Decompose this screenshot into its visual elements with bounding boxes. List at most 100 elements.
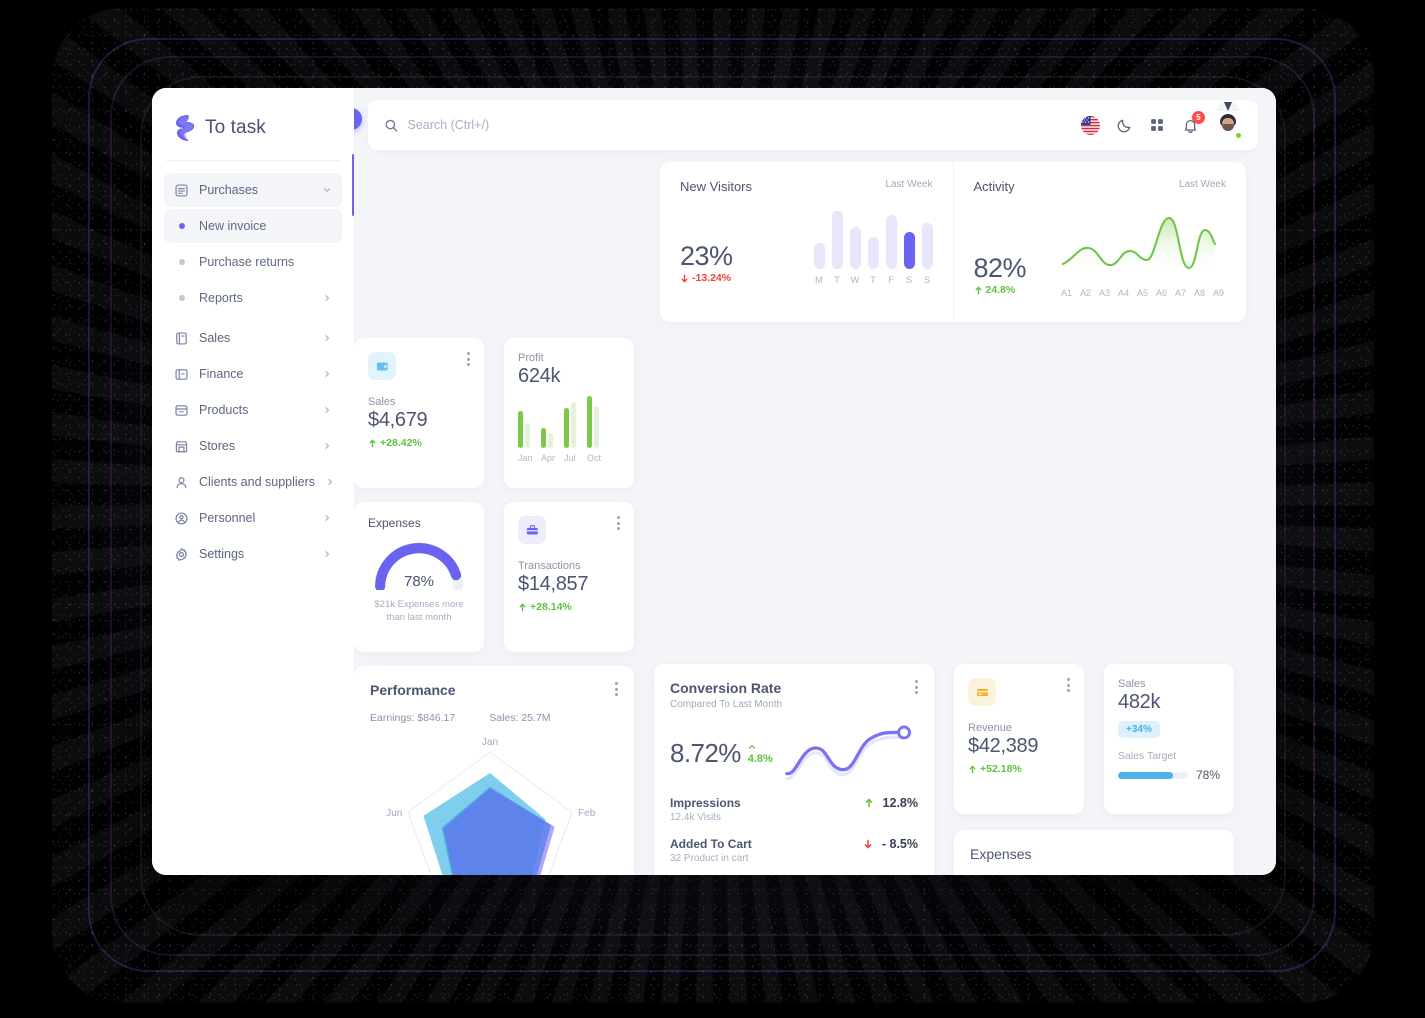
list-document-icon (174, 183, 189, 198)
sidebar-item-purchase-returns[interactable]: Purchase returns (164, 245, 342, 279)
sales-target-card: Sales 482k +34% Sales Target 78% (1104, 664, 1234, 814)
row-value-text: 12.8% (882, 796, 918, 810)
expenses-gauge-card: Expenses 78% $21k Expenses more than las… (354, 502, 484, 652)
sales-label: Sales (368, 396, 396, 408)
axis-tick: Jan (518, 453, 533, 463)
topbar: 5 (368, 100, 1258, 150)
arrow-up-icon (969, 765, 976, 773)
card-title: Expenses (970, 846, 1032, 862)
conversion-rate-card: Conversion Rate Compared To Last Month 8… (654, 664, 934, 875)
arrow-down-icon (864, 839, 872, 849)
bar-column (587, 396, 601, 448)
transactions-value: $14,857 (518, 573, 589, 595)
bullet-dot-icon (174, 219, 189, 234)
bullet-dot-icon (174, 255, 189, 270)
arrow-up-icon (748, 745, 755, 749)
card-title: Activity (973, 179, 1015, 194)
sidebar-item-label: Clients and suppliers (199, 475, 316, 489)
sidebar-item-finance[interactable]: Finance (164, 357, 342, 391)
profit-axis: Jan Apr Jul Oct (518, 453, 620, 463)
row-value: 12.8% (864, 796, 918, 810)
chevron-right-icon (325, 294, 330, 302)
kebab-menu-icon[interactable] (467, 352, 470, 366)
bullet-dot-icon (174, 291, 189, 306)
chevron-right-icon (325, 370, 330, 378)
profit-bar-chart (518, 396, 620, 448)
axis-tick: Apr (541, 453, 556, 463)
sidebar-nav: Purchases New invoice Purchase returns R… (152, 161, 354, 571)
kebab-menu-icon[interactable] (617, 516, 620, 530)
presence-indicator (1234, 131, 1243, 140)
activity-area-chart (1061, 216, 1217, 276)
visitors-delta: -13.24% (680, 272, 733, 284)
card-title: New Visitors (680, 179, 753, 194)
revenue-delta: +52.18% (968, 763, 1070, 775)
sidebar-item-clients-and-suppliers[interactable]: Clients and suppliers (164, 465, 342, 499)
axis-tick: A8 (1193, 288, 1205, 298)
sidebar-item-sales[interactable]: Sales (164, 321, 342, 355)
sidebar-item-label: Settings (199, 547, 245, 561)
sidebar-item-personnel[interactable]: Personnel (164, 501, 342, 535)
sales-482-value: 482k (1118, 691, 1161, 713)
transactions-label: Transactions (518, 560, 581, 572)
axis-tick: A7 (1174, 288, 1186, 298)
notification-badge: 5 (1192, 111, 1205, 124)
briefcase-icon (518, 516, 546, 544)
sidebar-item-products[interactable]: Products (164, 393, 342, 427)
sidebar-item-purchases[interactable]: Purchases (164, 173, 342, 207)
kebab-menu-icon[interactable] (1067, 678, 1070, 692)
expenses-gauge-chart: 78% (370, 540, 468, 592)
sidebar-item-label: Finance (199, 367, 244, 381)
sidebar-item-label: Personnel (199, 511, 256, 525)
bar-column (518, 396, 532, 448)
bar-label: M (815, 275, 823, 286)
visitors-activity-card: New Visitors Last Week 23% -13.24% M T W… (660, 162, 1246, 322)
sidebar-item-new-invoice[interactable]: New invoice (164, 209, 342, 243)
axis-tick: A9 (1212, 288, 1224, 298)
axis-tick: A3 (1098, 288, 1110, 298)
transactions-card: Transactions $14,857 +28.14% (504, 502, 634, 652)
gear-icon (174, 547, 189, 562)
kebab-menu-icon[interactable] (615, 682, 618, 696)
sidebar-item-label: New invoice (199, 219, 267, 233)
sidebar-item-reports[interactable]: Reports (164, 281, 342, 315)
chevron-right-icon (325, 514, 330, 522)
progress-track (1118, 771, 1188, 779)
card-icon (174, 367, 189, 382)
svg-text:Jun: Jun (386, 808, 402, 819)
sidebar-item-label: Sales (199, 331, 231, 345)
chevron-left-icon (354, 114, 356, 124)
chevron-right-icon (325, 550, 330, 558)
growth-chip: +34% (1118, 721, 1160, 738)
row-value: - 8.5% (863, 837, 918, 851)
revenue-label: Revenue (968, 722, 1013, 734)
bell-icon[interactable]: 5 (1181, 111, 1205, 134)
brand[interactable]: To task (152, 88, 354, 146)
sidebar-collapse-button[interactable] (354, 108, 362, 130)
arrow-up-icon (974, 286, 982, 294)
axis-tick: A4 (1117, 288, 1129, 298)
bar-label: T (870, 275, 876, 286)
chevron-right-icon (325, 334, 330, 342)
sidebar-item-settings[interactable]: Settings (164, 537, 342, 571)
transactions-delta: +28.14% (518, 601, 620, 613)
performance-earnings: Earnings: $846.17 (370, 712, 456, 724)
sales-delta: +28.42% (368, 437, 470, 449)
sales-482-label: Sales (1118, 678, 1146, 690)
us-flag-icon[interactable] (1081, 115, 1100, 135)
search-box[interactable] (384, 118, 1081, 133)
avatar[interactable] (1214, 102, 1243, 140)
box-icon (174, 403, 189, 418)
bar-column (564, 396, 578, 448)
sidebar-item-stores[interactable]: Stores (164, 429, 342, 463)
main-area: 5 (354, 88, 1276, 875)
performance-radar-chart: Jan Feb Jun (370, 732, 618, 875)
expenses-note: $21k Expenses more than last month (374, 599, 464, 623)
search-input[interactable] (407, 118, 1081, 132)
kebab-menu-icon[interactable] (915, 680, 918, 694)
sidebar: To task Purchases New invoice Purchase r… (152, 88, 355, 875)
search-icon (385, 119, 398, 132)
user-icon (174, 475, 189, 490)
moon-icon[interactable] (1115, 116, 1133, 134)
grid-apps-icon[interactable] (1148, 116, 1166, 134)
